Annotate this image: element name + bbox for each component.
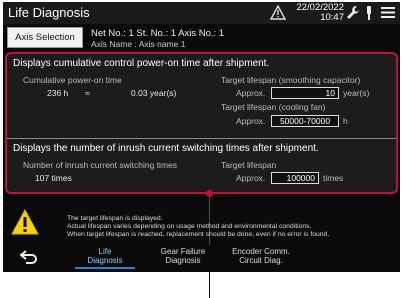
back-arrow-icon[interactable] [20, 250, 38, 264]
axis-name: Axis Name : Axis name 1 [91, 39, 186, 49]
time-text: 10:47 [320, 12, 344, 23]
axis-selection-button[interactable]: Axis Selection [7, 27, 83, 48]
bottom-navigation: Life Diagnosis Gear Failure Diagnosis En… [3, 245, 400, 272]
inrush-unit: times [323, 173, 344, 183]
message-line-3: When target lifespan is reached, replace… [67, 231, 330, 238]
inrush-count-value: 107 times [35, 173, 72, 183]
tab-encoder-line2: Circuit Diag. [239, 256, 283, 265]
fan-lifespan-label: Target lifespan (cooling fan) [221, 102, 326, 112]
tab-gear-failure-line1: Gear Failure [160, 247, 206, 256]
warning-icon[interactable] [270, 5, 286, 20]
tab-life-diagnosis[interactable]: Life Diagnosis [77, 247, 133, 265]
inrush-target-value: 100000 [271, 172, 319, 184]
tab-encoder-line1: Encoder Comm. [232, 247, 290, 256]
capacitor-unit: year(s) [343, 88, 370, 98]
capacitor-lifespan-label: Target lifespan (smoothing capacitor) [221, 75, 361, 85]
tab-encoder-comm-diag[interactable]: Encoder Comm. Circuit Diag. [225, 247, 297, 265]
inrush-approx-label: Approx. [236, 173, 266, 183]
title-bar: Life Diagnosis 22/02/2022 10:47 [3, 2, 400, 24]
page-title: Life Diagnosis [8, 5, 90, 20]
cumulative-hours-value: 236 h [47, 88, 69, 98]
callout-leader-line [209, 272, 210, 298]
axis-info: Net No.: 1 St. No.: 1 Axis No.: 1 Axis N… [91, 28, 224, 50]
fan-lifespan-value: 50000-70000 [271, 115, 339, 127]
tab-gear-failure-line2: Diagnosis [165, 256, 201, 265]
axis-numbers: Net No.: 1 St. No.: 1 Axis No.: 1 [91, 28, 225, 39]
tool-icon[interactable] [364, 5, 374, 21]
fan-approx-label: Approx. [236, 116, 266, 126]
cumulative-years-value: 0.03 year(s) [131, 88, 177, 98]
inrush-section-title: Displays the number of inrush current sw… [13, 143, 319, 154]
approx-symbol: ≈ [85, 88, 90, 98]
wrench-icon[interactable] [346, 5, 360, 20]
callout-dot [206, 190, 213, 197]
lifespan-panel: Displays cumulative control power-on tim… [5, 52, 398, 194]
message-line-1: The target lifespan is displayed. [67, 215, 163, 222]
active-tab-indicator [75, 267, 135, 269]
datetime: 22/02/2022 10:47 [294, 3, 344, 23]
tab-gear-failure-diagnosis[interactable]: Gear Failure Diagnosis [151, 247, 215, 265]
power-on-section-title: Displays cumulative control power-on tim… [13, 58, 270, 69]
inrush-count-label: Number of inrush current switching times [23, 160, 178, 170]
info-message: The target lifespan is displayed. Actual… [67, 215, 397, 239]
inrush-target-label: Target lifespan [221, 160, 277, 170]
life-diagnosis-screen: Life Diagnosis 22/02/2022 10:47 Axis Sel… [3, 2, 400, 272]
caution-icon [11, 209, 39, 235]
tab-life-diagnosis-line1: Life [98, 247, 112, 256]
section-divider [7, 138, 396, 139]
menu-icon[interactable] [381, 6, 395, 19]
capacitor-lifespan-value: 10 [271, 87, 339, 99]
tab-life-diagnosis-line2: Diagnosis [87, 256, 123, 265]
capacitor-approx-label: Approx. [236, 88, 266, 98]
message-line-2: Actual lifespan varies depending on usag… [67, 223, 312, 230]
cumulative-power-on-label: Cumulative power-on time [23, 75, 122, 85]
fan-unit: h [343, 116, 348, 126]
